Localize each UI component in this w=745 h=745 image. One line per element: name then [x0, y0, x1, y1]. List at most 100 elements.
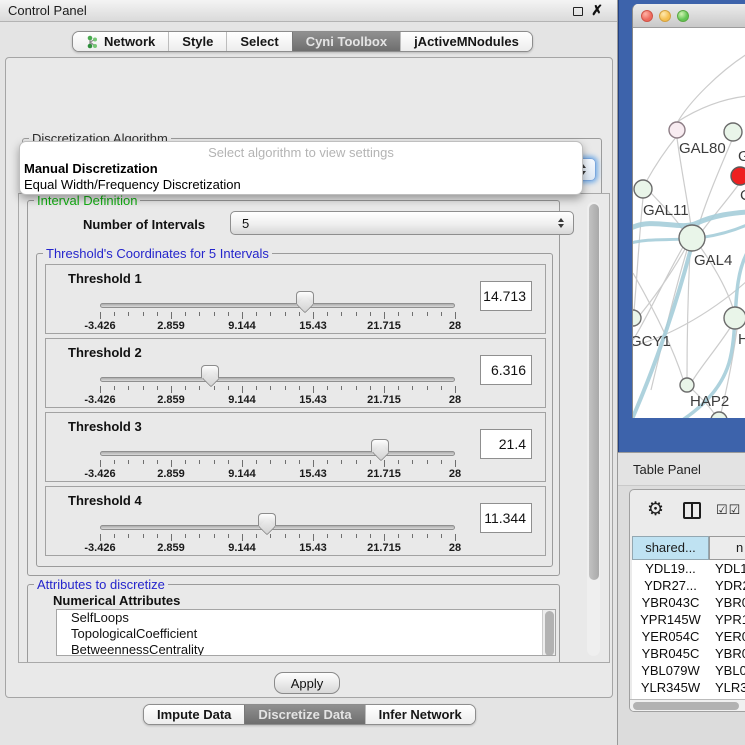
cell-name[interactable]: YBR0	[709, 594, 745, 611]
slider-track[interactable]	[100, 303, 455, 308]
slider-tick	[313, 460, 314, 467]
slider-tick	[100, 534, 101, 541]
threshold-value-field[interactable]: 11.344	[480, 503, 532, 533]
cell-name[interactable]: YPR1	[709, 611, 745, 628]
slider-tick	[256, 386, 257, 390]
slider-tick	[327, 534, 328, 538]
slider-thumb[interactable]	[258, 513, 276, 526]
slider-tick	[327, 460, 328, 464]
slider-track[interactable]	[100, 451, 455, 456]
slider-thumb[interactable]	[296, 291, 314, 304]
cell-name[interactable]: YBL0	[709, 662, 745, 679]
list-item[interactable]: TopologicalCoefficient	[57, 626, 555, 642]
network-node[interactable]	[633, 310, 641, 326]
network-window-titlebar[interactable]	[633, 4, 745, 28]
table-row[interactable]: YDL19...YDL1	[632, 560, 745, 577]
menu-item-equal-width-frequency[interactable]: Equal Width/Frequency Discretization	[23, 177, 574, 193]
slider-tick	[100, 312, 101, 319]
slider-tick	[171, 460, 172, 467]
table-row[interactable]: YDR27...YDR2	[632, 577, 745, 594]
slider-tick	[427, 312, 428, 316]
slider-tick	[270, 534, 271, 538]
network-view-frame[interactable]: GAL80GGAL11CGAL4GCY1HHAP2	[618, 0, 745, 452]
slider-track[interactable]	[100, 525, 455, 530]
cell-shared-name[interactable]: YLR345W	[632, 679, 709, 696]
tab-cyni-toolbox[interactable]: Cyni Toolbox	[292, 32, 400, 51]
close-light[interactable]	[641, 10, 653, 22]
network-node[interactable]	[634, 180, 652, 198]
dropdown-placeholder: Select algorithm to view settings	[20, 145, 582, 160]
slider-tick-label: 28	[425, 542, 485, 554]
cell-shared-name[interactable]: YDL19...	[632, 560, 709, 577]
node-label-hap2: HAP2	[690, 393, 729, 410]
slider-tick-label: 2.859	[141, 468, 201, 480]
slider-tick	[441, 460, 442, 464]
algorithm-dropdown-popup: Select algorithm to view settings Manual…	[19, 141, 583, 195]
list-item[interactable]: BetweennessCentrality	[57, 642, 555, 656]
menu-item-manual-discretization[interactable]: Manual Discretization	[23, 161, 574, 177]
tab-jactivemnodules[interactable]: jActiveMNodules	[400, 32, 532, 51]
slider-tick	[199, 386, 200, 390]
vertical-scrollbar[interactable]	[587, 202, 600, 656]
network-node[interactable]	[680, 378, 694, 392]
cell-name[interactable]: YBR0	[709, 645, 745, 662]
slider-thumb[interactable]	[371, 439, 389, 452]
horizontal-scrollbar[interactable]	[630, 699, 745, 712]
cell-name[interactable]: YER0	[709, 628, 745, 645]
numerical-attributes-list[interactable]: SelfLoopsTopologicalCoefficientBetweenne…	[56, 609, 556, 656]
network-node[interactable]	[724, 307, 745, 329]
tab-style[interactable]: Style	[168, 32, 226, 51]
apply-button[interactable]: Apply	[274, 672, 340, 694]
columns-icon[interactable]	[683, 502, 701, 519]
cell-shared-name[interactable]: YDR27...	[632, 577, 709, 594]
cell-shared-name[interactable]: YBL079W	[632, 662, 709, 679]
cell-name[interactable]: YLR3	[709, 679, 745, 696]
num-intervals-combo[interactable]: 5	[230, 211, 574, 235]
list-scrollbar[interactable]	[542, 610, 555, 655]
table-row[interactable]: YBL079WYBL0	[632, 662, 745, 679]
cell-shared-name[interactable]: YBR043C	[632, 594, 709, 611]
cell-shared-name[interactable]: YER054C	[632, 628, 709, 645]
gear-icon[interactable]: ⚙	[647, 498, 664, 521]
threshold-value-field[interactable]: 6.316	[480, 355, 532, 385]
slider-tick	[285, 312, 286, 316]
tab-network[interactable]: Network	[73, 32, 168, 51]
table-row[interactable]: YER054CYER0	[632, 628, 745, 645]
cell-shared-name[interactable]: YBR045C	[632, 645, 709, 662]
threshold-value-field[interactable]: 21.4	[480, 429, 532, 459]
close-icon[interactable]: ✗	[591, 2, 603, 19]
table-row[interactable]: YBR045CYBR0	[632, 645, 745, 662]
column-header-shared-name[interactable]: shared...	[632, 536, 709, 560]
scrollbar-thumb[interactable]	[589, 204, 599, 580]
cell-name[interactable]: YDL1	[709, 560, 745, 577]
network-node[interactable]	[679, 225, 705, 251]
table-body[interactable]: YDL19...YDL1YDR27...YDR2YBR043CYBR0YPR14…	[632, 560, 745, 699]
scrollbar-thumb[interactable]	[633, 702, 739, 710]
network-node-selected[interactable]	[731, 167, 745, 185]
tab-infer-network[interactable]: Infer Network	[365, 705, 475, 724]
tab-discretize-data[interactable]: Discretize Data	[244, 705, 364, 724]
slider-track[interactable]	[100, 377, 455, 382]
column-header-name[interactable]: n	[709, 536, 745, 560]
table-row[interactable]: YPR145WYPR1	[632, 611, 745, 628]
tab-impute-data[interactable]: Impute Data	[144, 705, 244, 724]
control-panel-window: Control Panel ✗ NetworkStyleSelectCyni T…	[0, 0, 618, 745]
settings-scroll-pane: Interval Definition Number of Intervals …	[18, 193, 610, 663]
slider-tick-label: 28	[425, 394, 485, 406]
table-row[interactable]: YBR043CYBR0	[632, 594, 745, 611]
cell-name[interactable]: YDR2	[709, 577, 745, 594]
minimize-light[interactable]	[659, 10, 671, 22]
float-window-icon[interactable]	[573, 7, 583, 16]
tab-select[interactable]: Select	[226, 32, 291, 51]
network-node[interactable]	[669, 122, 685, 138]
slider-thumb[interactable]	[201, 365, 219, 378]
threshold-value-field[interactable]: 14.713	[480, 281, 532, 311]
cell-shared-name[interactable]: YPR145W	[632, 611, 709, 628]
select-all-checkboxes-icon[interactable]: ☑☑	[716, 502, 741, 518]
list-item[interactable]: SelfLoops	[57, 610, 555, 626]
panel-tab-bar: NetworkStyleSelectCyni ToolboxjActiveMNo…	[72, 31, 533, 52]
zoom-light[interactable]	[677, 10, 689, 22]
network-canvas[interactable]: GAL80GGAL11CGAL4GCY1HHAP2	[633, 28, 745, 418]
table-row[interactable]: YLR345WYLR3	[632, 679, 745, 696]
network-node[interactable]	[724, 123, 742, 141]
